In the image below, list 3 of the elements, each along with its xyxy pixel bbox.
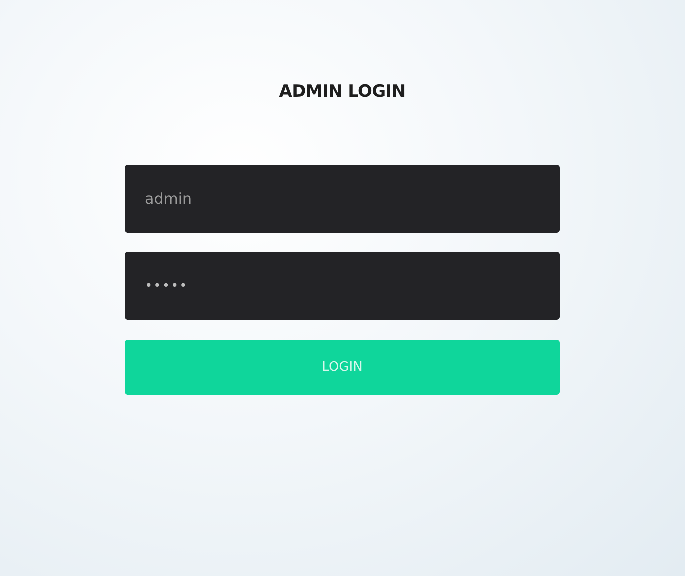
login-title: ADMIN LOGIN: [279, 82, 406, 102]
password-field[interactable]: •••••: [125, 252, 560, 320]
username-field[interactable]: admin: [125, 165, 560, 234]
